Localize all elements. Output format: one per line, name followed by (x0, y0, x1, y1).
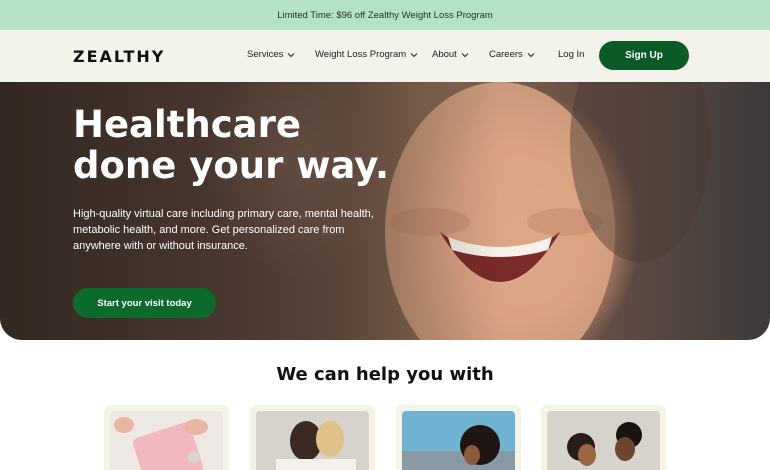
nav-careers-label: Careers (489, 49, 523, 60)
chevron-down-icon (527, 52, 535, 57)
navbar: ZEALTHY Services Weight Loss Program Abo… (0, 30, 770, 82)
woman-curly-hair-photo (402, 411, 515, 470)
chevron-down-icon (288, 52, 295, 57)
help-card-hair[interactable] (396, 405, 521, 470)
help-card-weight[interactable] (104, 405, 229, 470)
nav-careers[interactable]: Careers (489, 49, 536, 60)
nav-services-label: Services (247, 49, 284, 60)
chevron-down-icon (461, 52, 469, 57)
start-visit-button[interactable]: Start your visit today (73, 288, 216, 318)
couple-smiling-photo (547, 411, 660, 470)
nav-about[interactable]: About (432, 49, 470, 60)
bathroom-scale-photo (110, 411, 223, 470)
couple-embracing-photo (256, 411, 369, 470)
login-link[interactable]: Log In (558, 49, 584, 60)
hero-subtitle: High-quality virtual care including prim… (73, 208, 374, 252)
help-section-title: We can help you with (276, 364, 494, 385)
help-card-sexual-health[interactable] (541, 405, 666, 470)
promo-banner[interactable]: Limited Time: $96 off Zealthy Weight Los… (0, 0, 770, 30)
zealthy-logo[interactable]: ZEALTHY (73, 47, 165, 66)
nav-weight-loss-program[interactable]: Weight Loss Program (315, 49, 419, 60)
nav-services[interactable]: Services (247, 49, 296, 60)
hero-section: Healthcare done your way. High-quality v… (0, 82, 770, 340)
nav-weight-loss-label: Weight Loss Program (315, 49, 407, 60)
help-card-relationships[interactable] (250, 405, 375, 470)
hero-title: Healthcare done your way. (73, 103, 390, 187)
promo-text[interactable]: Limited Time: $96 off Zealthy Weight Los… (277, 10, 493, 21)
signup-button[interactable]: Sign Up (599, 41, 689, 70)
nav-about-label: About (432, 49, 457, 60)
chevron-down-icon (410, 52, 418, 57)
